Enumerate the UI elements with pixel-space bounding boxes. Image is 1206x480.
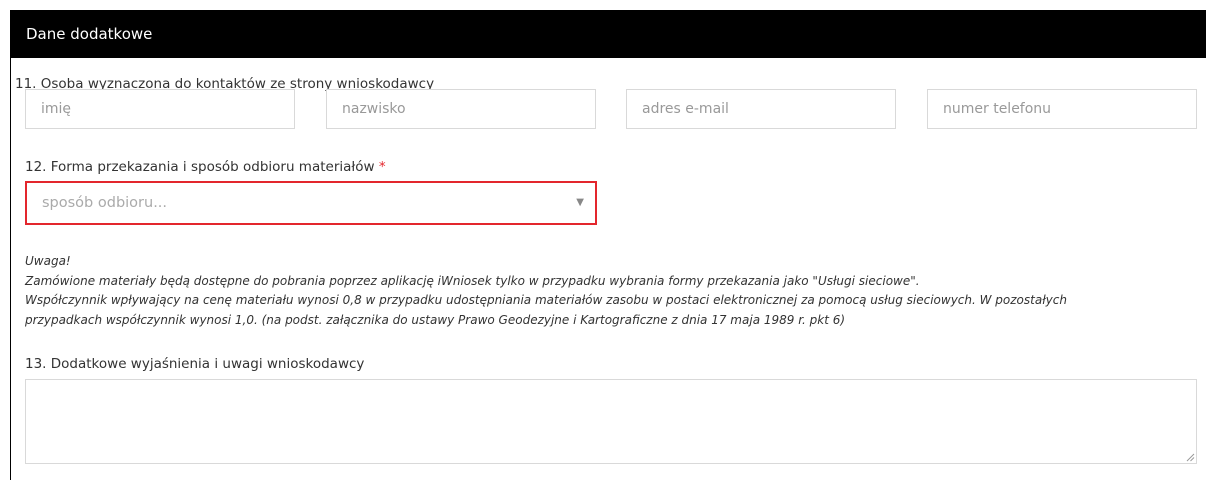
dropdown-arrow-icon: ▼ [576, 197, 584, 208]
delivery-method-label: 12. Forma przekazania i sposób odbioru m… [25, 159, 386, 175]
notice-line-3: przypadkach współczynnik wynosi 1,0. (na… [25, 312, 846, 327]
delivery-method-label-text: 12. Forma przekazania i sposób odbioru m… [25, 159, 375, 175]
delivery-method-select[interactable]: sposób odbioru... ▼ [25, 181, 597, 225]
required-asterisk: * [378, 159, 386, 175]
remarks-label: 13. Dodatkowe wyjaśnienia i uwagi wniosk… [25, 356, 365, 372]
section-header: Dane dodatkowe [11, 10, 1206, 58]
remarks-textarea[interactable] [25, 379, 1197, 464]
email-input[interactable]: adres e-mail [626, 89, 896, 129]
resize-handle-icon[interactable] [1186, 453, 1195, 462]
notice-line-1: Zamówione materiały będą dostępne do pob… [25, 273, 920, 288]
phone-input[interactable]: numer telefonu [927, 89, 1197, 129]
notice-block: Uwaga! Zamówione materiały będą dostępne… [25, 252, 1195, 330]
last-name-input[interactable]: nazwisko [326, 89, 596, 129]
first-name-input[interactable]: imię [25, 89, 295, 129]
notice-line-2: Współczynnik wpływający na cenę materiał… [25, 293, 1067, 307]
delivery-method-select-value: sposób odbioru... [42, 195, 168, 211]
notice-title: Uwaga! [25, 254, 71, 268]
